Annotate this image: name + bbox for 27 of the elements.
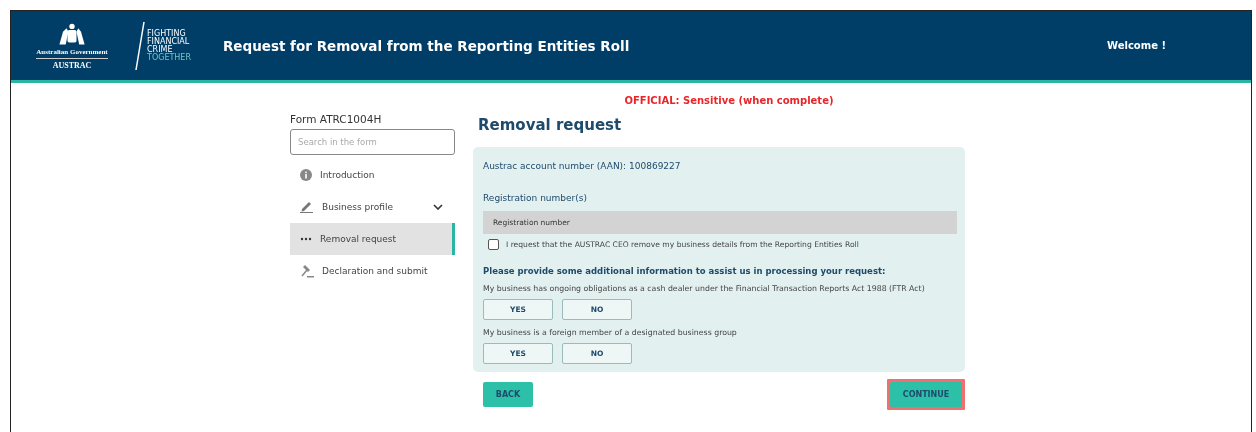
search-field[interactable]: Search in the form [290,129,455,155]
agency-name: AUSTRAC [52,61,92,70]
account-number: Austrac account number (AAN): 100869227 [483,161,682,171]
nav-item[interactable]: Introduction [290,159,455,191]
slogan-word: TOGETHER [147,53,191,62]
pencil-icon [300,201,314,213]
back-button[interactable]: BACK [483,382,533,407]
continue-button[interactable]: CONTINUE [890,382,962,407]
slogan-word: FINANCIAL [147,37,191,46]
checkbox[interactable] [488,239,499,250]
page-title: Request for Removal from the Reporting Entities Roll [222,37,630,54]
nav-item[interactable]: Declaration and submit [290,255,455,287]
slash-icon [135,20,145,71]
classification-label: OFFICIAL: Sensitive (when complete) [624,95,834,106]
chevron-icon[interactable] [433,204,443,210]
gavel-icon [300,264,314,278]
slogan-word: FIGHTING [147,29,186,38]
nav-item[interactable]: Business profile [290,191,455,223]
slogan-word: CRIME [147,45,173,54]
form-id: Form ATRC1004H [290,113,383,125]
section-heading: Removal request [478,116,623,134]
dots-icon [300,237,312,241]
info-icon [300,169,312,181]
registration-label: Registration number(s) [483,193,588,203]
info-heading: Please provide some additional information to assist us in processing your request: [483,266,887,276]
nav-item[interactable]: Removal request [290,223,455,255]
welcome-text: Welcome ! [1107,40,1166,51]
